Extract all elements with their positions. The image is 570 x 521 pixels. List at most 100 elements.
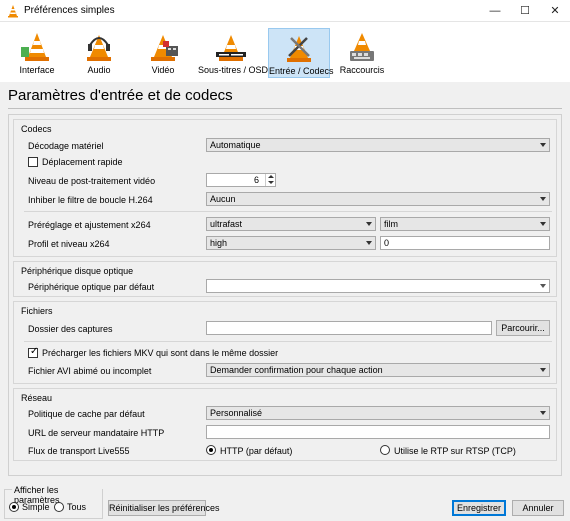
captures-folder-label: Dossier des captures (28, 324, 113, 334)
tab-interface[interactable]: Interface (8, 28, 66, 78)
captures-folder-input[interactable] (206, 321, 492, 335)
simple-radio[interactable] (9, 502, 19, 512)
minimize-button[interactable]: — (480, 0, 510, 22)
live555-rtp-label: Utilise le RTP sur RTSP (TCP) (394, 446, 516, 456)
radio-selected-dot (209, 448, 213, 452)
tab-video[interactable]: Vidéo (134, 28, 192, 78)
x264-preset-select[interactable]: ultrafast (206, 217, 376, 231)
optical-group: Périphérique disque optique Périphérique… (13, 261, 557, 297)
simple-label: Simple (22, 502, 50, 512)
vlc-cone-subtitles-icon (216, 35, 246, 61)
vlc-cone-headphones-icon (87, 35, 111, 61)
fast-seek-checkbox[interactable] (28, 157, 38, 167)
loopfilter-label: Inhiber le filtre de boucle H.264 (28, 195, 153, 205)
settings-panel: Codecs Décodage matériel Automatique Dép… (8, 114, 562, 476)
select-value: high (210, 238, 228, 248)
optical-device-select[interactable] (206, 279, 550, 293)
chevron-down-icon[interactable] (268, 181, 274, 184)
chevron-down-icon (366, 241, 372, 245)
avi-repair-label: Fichier AVI abimé ou incomplet (28, 366, 152, 376)
http-proxy-input[interactable] (206, 425, 550, 439)
spinbox-value: 6 (253, 175, 259, 185)
tab-label: Audio (87, 65, 111, 75)
live555-http-label: HTTP (par défaut) (220, 446, 293, 456)
tab-label: Interface (19, 65, 55, 75)
vlc-cone-hotkeys-icon (350, 33, 374, 61)
optical-device-label: Périphérique optique par défaut (28, 282, 155, 292)
reset-preferences-button[interactable]: Réinitialiser les préférences (108, 500, 220, 516)
chevron-down-icon (540, 368, 546, 372)
group-title: Réseau (21, 393, 53, 403)
live555-label: Flux de transport Live555 (28, 446, 130, 456)
select-value: Aucun (210, 194, 236, 204)
select-value: film (384, 219, 398, 229)
chevron-down-icon (540, 411, 546, 415)
page-title: Paramètres d'entrée et de codecs (8, 87, 233, 104)
select-value: Personnalisé (210, 408, 263, 418)
http-proxy-label: URL de serveur mandataire HTTP (28, 428, 165, 438)
postproc-spinbox[interactable]: 6 (206, 173, 276, 187)
hw-decoding-label: Décodage matériel (28, 141, 104, 151)
divider (24, 211, 552, 212)
x264-profile-select[interactable]: high (206, 236, 376, 250)
checkmark-icon: ✓ (30, 346, 39, 357)
chevron-down-icon (540, 284, 546, 288)
select-value: ultrafast (210, 219, 243, 229)
vlc-cone-tools-icon (287, 36, 311, 62)
loopfilter-select[interactable]: Aucun (206, 192, 550, 206)
radio-selected-dot (12, 505, 16, 509)
tab-label: Entrée / Codecs (269, 66, 334, 76)
vlc-cone-icon (21, 33, 49, 61)
cache-policy-label: Politique de cache par défaut (28, 409, 145, 419)
live555-rtp-radio[interactable] (380, 445, 390, 455)
title-bar: Préférences simples — ☐ ✕ (0, 0, 570, 22)
input-value: 0 (384, 238, 390, 248)
select-value: Automatique (210, 140, 261, 150)
hw-decoding-select[interactable]: Automatique (206, 138, 550, 152)
chevron-up-icon[interactable] (268, 175, 274, 178)
all-radio[interactable] (54, 502, 64, 512)
tab-hotkeys[interactable]: Raccourcis (334, 28, 390, 78)
cancel-button[interactable]: Annuler (512, 500, 564, 516)
tab-audio[interactable]: Audio (70, 28, 128, 78)
postproc-label: Niveau de post-traitement vidéo (28, 176, 156, 186)
preload-mkv-checkbox[interactable]: ✓ (28, 346, 39, 358)
window-title: Préférences simples (24, 5, 115, 16)
chevron-down-icon (540, 222, 546, 226)
all-label: Tous (67, 502, 87, 512)
avi-repair-select[interactable]: Demander confirmation pour chaque action (206, 363, 550, 377)
tab-label: Sous-titres / OSD (198, 65, 269, 75)
x264-profile-label: Profil et niveau x264 (28, 239, 110, 249)
divider (24, 341, 552, 342)
spin-buttons[interactable] (265, 174, 275, 186)
tab-label: Vidéo (151, 65, 175, 75)
vlc-cone-film-icon (151, 35, 178, 61)
codecs-group: Codecs Décodage matériel Automatique Dép… (13, 119, 557, 257)
chevron-down-icon (540, 197, 546, 201)
title-divider (8, 108, 562, 109)
preload-mkv-label: Précharger les fichiers MKV qui sont dan… (42, 348, 279, 358)
close-button[interactable]: ✕ (540, 0, 570, 22)
chevron-down-icon (366, 222, 372, 226)
show-settings-group: Afficher les paramètres Simple Tous (4, 485, 103, 519)
tab-subtitles-osd[interactable]: Sous-titres / OSD (198, 28, 269, 78)
select-value: Demander confirmation pour chaque action (210, 365, 383, 375)
tab-label: Raccourcis (339, 65, 385, 75)
x264-tune-select[interactable]: film (380, 217, 550, 231)
group-title: Codecs (21, 124, 52, 134)
fast-seek-label: Déplacement rapide (42, 157, 123, 167)
browse-button[interactable]: Parcourir... (496, 320, 550, 336)
vlc-cone-icon (8, 5, 18, 18)
group-title: Périphérique disque optique (21, 266, 134, 276)
files-group: Fichiers Dossier des captures Parcourir.… (13, 301, 557, 384)
group-title: Fichiers (21, 306, 53, 316)
maximize-button[interactable]: ☐ (510, 0, 540, 22)
network-group: Réseau Politique de cache par défaut Per… (13, 388, 557, 461)
tab-input-codecs[interactable]: Entrée / Codecs (268, 28, 334, 78)
chevron-down-icon (540, 143, 546, 147)
x264-preset-label: Préréglage et ajustement x264 (28, 220, 151, 230)
save-button[interactable]: Enregistrer (452, 500, 506, 516)
x264-level-input[interactable]: 0 (380, 236, 550, 250)
cache-policy-select[interactable]: Personnalisé (206, 406, 550, 420)
live555-http-radio[interactable] (206, 445, 216, 455)
